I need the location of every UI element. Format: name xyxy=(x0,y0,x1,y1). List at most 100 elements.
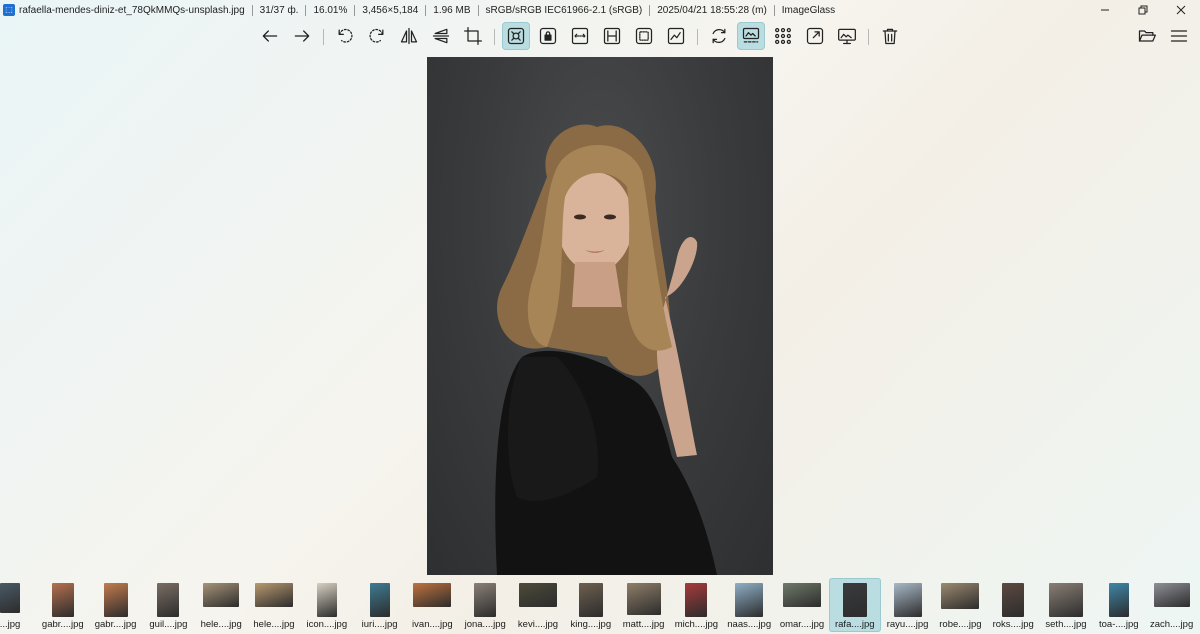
thumbnail-item[interactable]: ...jpg xyxy=(0,578,36,632)
thumbnail-item[interactable]: ivan....jpg xyxy=(406,578,458,632)
title-bar: ⬚ rafaella-mendes-diniz-et_78QkMMQs-unsp… xyxy=(0,0,1200,20)
image-viewer[interactable] xyxy=(427,57,773,575)
thumbnail-item[interactable]: icon....jpg xyxy=(301,578,353,632)
thumbnail-item[interactable]: mich....jpg xyxy=(670,578,722,632)
thumbnail-image xyxy=(103,583,128,617)
thumbnail-label: omar....jpg xyxy=(779,619,825,630)
thumbnail-label: gabr....jpg xyxy=(94,619,137,630)
thumbnail-image xyxy=(51,583,74,617)
thumbnail-label: ...jpg xyxy=(0,619,21,630)
image-dimensions: 3,456×5,184 xyxy=(362,4,419,16)
thumbnail-item[interactable]: roks....jpg xyxy=(987,578,1039,632)
window-controls xyxy=(1086,0,1200,20)
thumbnail-item[interactable]: iuri....jpg xyxy=(354,578,406,632)
delete-button[interactable] xyxy=(876,22,904,50)
rotate-right-button[interactable] xyxy=(363,22,391,50)
thumbnail-image xyxy=(735,583,764,617)
thumbnail-image xyxy=(1153,583,1190,607)
scale-to-fill-icon xyxy=(667,27,685,45)
open-file-button[interactable] xyxy=(1133,22,1161,50)
scale-to-height-icon xyxy=(603,27,621,45)
crop-button[interactable] xyxy=(459,22,487,50)
thumbnail-image xyxy=(783,583,821,607)
main-menu-button[interactable] xyxy=(1165,22,1193,50)
thumbnail-item[interactable]: rafa....jpg xyxy=(828,578,881,632)
thumbnail-label: mich....jpg xyxy=(674,619,719,630)
checkerboard-icon xyxy=(775,28,791,44)
thumbnail-item[interactable]: guil....jpg xyxy=(142,578,194,632)
thumbnail-image xyxy=(157,583,180,617)
crop-icon xyxy=(464,27,482,45)
thumbnail-image xyxy=(626,583,661,615)
thumbnail-item[interactable]: toa-....jpg xyxy=(1093,578,1145,632)
thumbnail-label: zach....jpg xyxy=(1149,619,1194,630)
file-name: rafaella-mendes-diniz-et_78QkMMQs-unspla… xyxy=(19,4,245,16)
gallery-button[interactable] xyxy=(737,22,765,50)
scale-to-width-button[interactable] xyxy=(566,22,594,50)
thumbnail-label: naas....jpg xyxy=(727,619,772,630)
thumbnail-label: rafa....jpg xyxy=(834,619,875,630)
toolbar-divider xyxy=(868,29,869,45)
thumbnail-item[interactable]: jona....jpg xyxy=(459,578,511,632)
thumbnail-item[interactable]: hele....jpg xyxy=(248,578,300,632)
arrow-left-icon xyxy=(262,30,278,42)
thumbnail-item[interactable]: matt....jpg xyxy=(618,578,670,632)
refresh-button[interactable] xyxy=(705,22,733,50)
flip-vertical-button[interactable] xyxy=(427,22,455,50)
thumbnail-item[interactable]: gabr....jpg xyxy=(90,578,142,632)
scale-to-fill-button[interactable] xyxy=(662,22,690,50)
thumbnail-item[interactable]: robe....jpg xyxy=(934,578,986,632)
next-image-button[interactable] xyxy=(288,22,316,50)
thumbnail-item[interactable]: zach....jpg xyxy=(1146,578,1198,632)
lock-zoom-button[interactable] xyxy=(534,22,562,50)
portrait-photo xyxy=(495,124,717,575)
scale-to-height-button[interactable] xyxy=(598,22,626,50)
restore-icon xyxy=(1138,5,1148,15)
close-icon xyxy=(1176,5,1186,15)
thumbnail-item[interactable]: omar....jpg xyxy=(776,578,828,632)
thumbnail-label: icon....jpg xyxy=(306,619,348,630)
thumbnail-item[interactable]: naas....jpg xyxy=(723,578,775,632)
gallery-icon xyxy=(742,27,760,43)
thumbnail-image xyxy=(316,583,337,617)
thumbnail-image xyxy=(1108,583,1129,617)
refresh-icon xyxy=(712,28,726,44)
image-position: 31/37 ф. xyxy=(259,4,299,16)
imageglass-app-icon: ⬚ xyxy=(3,4,15,16)
thumbnail-label: rayu....jpg xyxy=(886,619,929,630)
thumbnail-item[interactable]: rayu....jpg xyxy=(882,578,934,632)
thumbnail-label: jona....jpg xyxy=(464,619,506,630)
lock-zoom-icon xyxy=(539,27,557,45)
modified-date: 2025/04/21 18:55:28 (m) xyxy=(657,4,767,16)
thumbnail-label: guil....jpg xyxy=(149,619,188,630)
fullscreen-button[interactable] xyxy=(801,22,829,50)
slideshow-button[interactable] xyxy=(833,22,861,50)
thumbnail-image xyxy=(1002,583,1025,617)
rotate-left-button[interactable] xyxy=(331,22,359,50)
zoom-level: 16.01% xyxy=(313,4,348,16)
file-size: 1.96 MB xyxy=(433,4,471,16)
thumbnail-label: matt....jpg xyxy=(622,619,665,630)
open-folder-icon xyxy=(1138,30,1156,42)
thumbnail-image xyxy=(519,583,557,607)
thumbnail-item[interactable]: hele....jpg xyxy=(195,578,247,632)
thumbnail-label: hele....jpg xyxy=(253,619,295,630)
flip-vertical-icon xyxy=(432,28,450,44)
thumbnail-item[interactable]: kevi....jpg xyxy=(512,578,564,632)
color-profile: sRGB/sRGB IEC61966-2.1 (sRGB) xyxy=(485,4,643,16)
restore-button[interactable] xyxy=(1124,0,1162,20)
thumbnail-image xyxy=(203,583,240,607)
thumbnail-item[interactable]: gabr....jpg xyxy=(37,578,89,632)
flip-horizontal-button[interactable] xyxy=(395,22,423,50)
slideshow-icon xyxy=(838,28,856,45)
scale-to-fit-button[interactable] xyxy=(630,22,658,50)
thumbnail-item[interactable]: seth....jpg xyxy=(1040,578,1092,632)
close-button[interactable] xyxy=(1162,0,1200,20)
checkerboard-button[interactable] xyxy=(769,22,797,50)
auto-zoom-button[interactable] xyxy=(502,22,530,50)
main-toolbar xyxy=(0,22,1200,52)
thumbnail-label: gabr....jpg xyxy=(41,619,84,630)
thumbnail-item[interactable]: king....jpg xyxy=(565,578,617,632)
minimize-button[interactable] xyxy=(1086,0,1124,20)
previous-image-button[interactable] xyxy=(256,22,284,50)
